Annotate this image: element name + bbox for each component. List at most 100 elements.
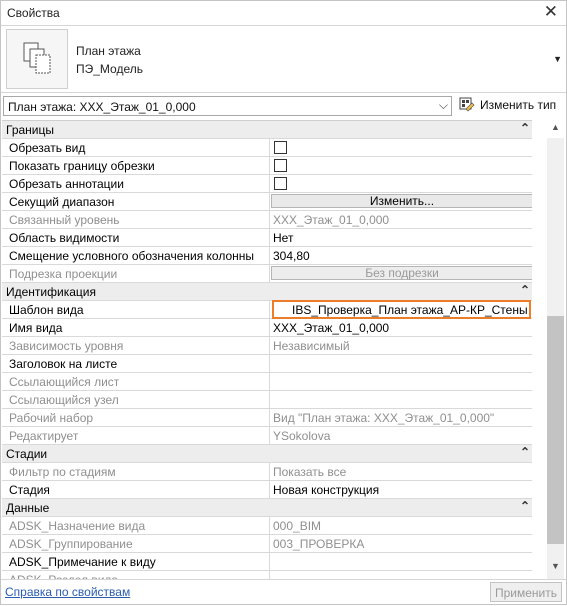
- property-name: Смещение условного обозначения колонны: [9, 249, 255, 263]
- checkbox[interactable]: [274, 159, 287, 172]
- checkbox[interactable]: [274, 177, 287, 190]
- instance-bar: План этажа: XXX_Этаж_01_0,000 ⌵ Изменить…: [1, 94, 566, 119]
- property-row[interactable]: Смещение условного обозначения колонны 30…: [2, 247, 532, 265]
- title-bar: Свойства ✕: [1, 1, 566, 26]
- property-value[interactable]: [269, 175, 532, 192]
- group-header[interactable]: Стадии ⌃: [2, 445, 532, 463]
- property-name: Зависимость уровня: [9, 339, 124, 353]
- group-header[interactable]: Границы ⌃: [2, 121, 532, 139]
- edit-type-button[interactable]: Изменить тип: [459, 96, 565, 116]
- highlighted-value[interactable]: IBS_Проверка_План этажа_АР-КР_Стены: [272, 300, 531, 319]
- property-name: Редактирует: [9, 429, 79, 443]
- property-name: Ссылающийся лист: [9, 375, 120, 389]
- apply-button[interactable]: Применить: [490, 582, 562, 602]
- property-value[interactable]: 304,80: [269, 247, 532, 264]
- property-value[interactable]: [269, 157, 532, 174]
- property-row[interactable]: ADSK_Примечание к виду: [2, 553, 532, 571]
- property-value[interactable]: YSokolova: [269, 427, 532, 444]
- group-title: Идентификация: [6, 285, 96, 299]
- property-row[interactable]: Обрезать вид: [2, 139, 532, 157]
- type-name: ПЭ_Модель: [76, 62, 143, 76]
- footer: Справка по свойствам Применить: [1, 579, 566, 606]
- property-value[interactable]: Нет: [269, 229, 532, 246]
- property-value[interactable]: 000_BIM: [269, 517, 532, 534]
- property-row[interactable]: Зависимость уровня Независимый: [2, 337, 532, 355]
- chevron-down-icon: ⌵: [438, 98, 448, 112]
- property-value[interactable]: Изменить...: [269, 193, 532, 210]
- property-row[interactable]: Имя вида XXX_Этаж_01_0,000: [2, 319, 532, 337]
- property-value[interactable]: Без подрезки: [269, 265, 532, 282]
- edit-button[interactable]: Изменить...: [271, 194, 532, 208]
- value-text: 003_ПРОВЕРКА: [273, 537, 365, 551]
- value-text: Нет: [273, 231, 294, 245]
- property-name: Шаблон вида: [9, 303, 84, 317]
- scroll-down-icon[interactable]: ▼: [547, 561, 564, 575]
- property-row[interactable]: Область видимости Нет: [2, 229, 532, 247]
- type-selector[interactable]: План этажа ПЭ_Модель ▼: [1, 26, 566, 93]
- property-value[interactable]: Новая конструкция: [269, 481, 532, 498]
- collapse-icon[interactable]: ⌃: [520, 283, 530, 297]
- value-text: XXX_Этаж_01_0,000: [273, 321, 390, 335]
- property-value[interactable]: [269, 553, 532, 570]
- property-row[interactable]: Редактирует YSokolova: [2, 427, 532, 445]
- property-value[interactable]: [269, 139, 532, 156]
- property-row[interactable]: Рабочий набор Вид "План этажа: XXX_Этаж_0…: [2, 409, 532, 427]
- group-title: Данные: [6, 501, 50, 515]
- property-value[interactable]: XXX_Этаж_01_0,000: [269, 319, 532, 336]
- property-name: ADSK_Группирование: [9, 537, 133, 551]
- property-row[interactable]: Ссылающийся лист: [2, 373, 532, 391]
- property-value[interactable]: Показать все: [269, 463, 532, 480]
- property-value[interactable]: [269, 373, 532, 390]
- property-name: Подрезка проекции: [9, 267, 118, 281]
- vertical-scrollbar[interactable]: ▲ ▼: [533, 120, 566, 579]
- property-row[interactable]: Обрезать аннотации: [2, 175, 532, 193]
- instance-filter-dropdown[interactable]: План этажа: XXX_Этаж_01_0,000 ⌵: [3, 96, 452, 116]
- property-row[interactable]: Фильтр по стадиям Показать все: [2, 463, 532, 481]
- value-text: 304,80: [273, 249, 310, 263]
- properties-help-link[interactable]: Справка по свойствам: [5, 585, 130, 599]
- property-name: Обрезать вид: [9, 141, 86, 155]
- property-row[interactable]: ADSK_Назначение вида 000_BIM: [2, 517, 532, 535]
- collapse-icon[interactable]: ⌃: [520, 499, 530, 513]
- edit-button: Без подрезки: [271, 266, 532, 280]
- property-value[interactable]: Независимый: [269, 337, 532, 354]
- property-name: Рабочий набор: [9, 411, 94, 425]
- property-row[interactable]: Шаблон вида IBS_Проверка_План этажа_АР-КР…: [2, 300, 532, 319]
- value-text: YSokolova: [273, 429, 331, 443]
- property-name: ADSK_Примечание к виду: [9, 555, 156, 569]
- properties-grid: Границы ⌃ Обрезать вид Показать границу обр…: [2, 120, 532, 580]
- value-text: Новая конструкция: [273, 483, 380, 497]
- property-value[interactable]: 003_ПРОВЕРКА: [269, 535, 532, 552]
- property-row[interactable]: Секущий диапазон Изменить...: [2, 193, 532, 211]
- property-row[interactable]: Подрезка проекции Без подрезки: [2, 265, 532, 283]
- property-value[interactable]: [269, 355, 532, 372]
- checkbox[interactable]: [274, 141, 287, 154]
- property-name: Стадия: [9, 483, 50, 497]
- property-row[interactable]: Показать границу обрезки: [2, 157, 532, 175]
- chevron-down-icon[interactable]: ▼: [553, 54, 562, 64]
- view-template-value: IBS_Проверка_План этажа_АР-КР_Стены: [292, 303, 528, 317]
- group-header[interactable]: Данные ⌃: [2, 499, 532, 517]
- property-row[interactable]: ADSK_Группирование 003_ПРОВЕРКА: [2, 535, 532, 553]
- scroll-up-icon[interactable]: ▲: [547, 122, 564, 136]
- value-text: Показать все: [273, 465, 347, 479]
- property-row[interactable]: Связанный уровень XXX_Этаж_01_0,000: [2, 211, 532, 229]
- floor-plan-icon: [6, 29, 68, 89]
- group-header[interactable]: Идентификация ⌃: [2, 283, 532, 301]
- property-value[interactable]: IBS_Проверка_План этажа_АР-КР_Стены: [269, 300, 532, 319]
- property-value[interactable]: [269, 391, 532, 408]
- edit-type-label: Изменить тип: [480, 98, 557, 112]
- property-row[interactable]: Стадия Новая конструкция: [2, 481, 532, 499]
- collapse-icon[interactable]: ⌃: [520, 121, 530, 135]
- property-row[interactable]: Ссылающийся узел: [2, 391, 532, 409]
- property-row[interactable]: Заголовок на листе: [2, 355, 532, 373]
- group-title: Стадии: [6, 447, 48, 461]
- close-icon[interactable]: ✕: [544, 3, 558, 21]
- property-value[interactable]: XXX_Этаж_01_0,000: [269, 211, 532, 228]
- collapse-icon[interactable]: ⌃: [520, 445, 530, 459]
- type-family: План этажа: [76, 44, 141, 58]
- property-value[interactable]: Вид "План этажа: XXX_Этаж_01_0,000": [269, 409, 532, 426]
- window-title: Свойства: [7, 6, 60, 20]
- instance-filter-value: План этажа: XXX_Этаж_01_0,000: [8, 100, 196, 114]
- scroll-thumb[interactable]: [547, 316, 564, 544]
